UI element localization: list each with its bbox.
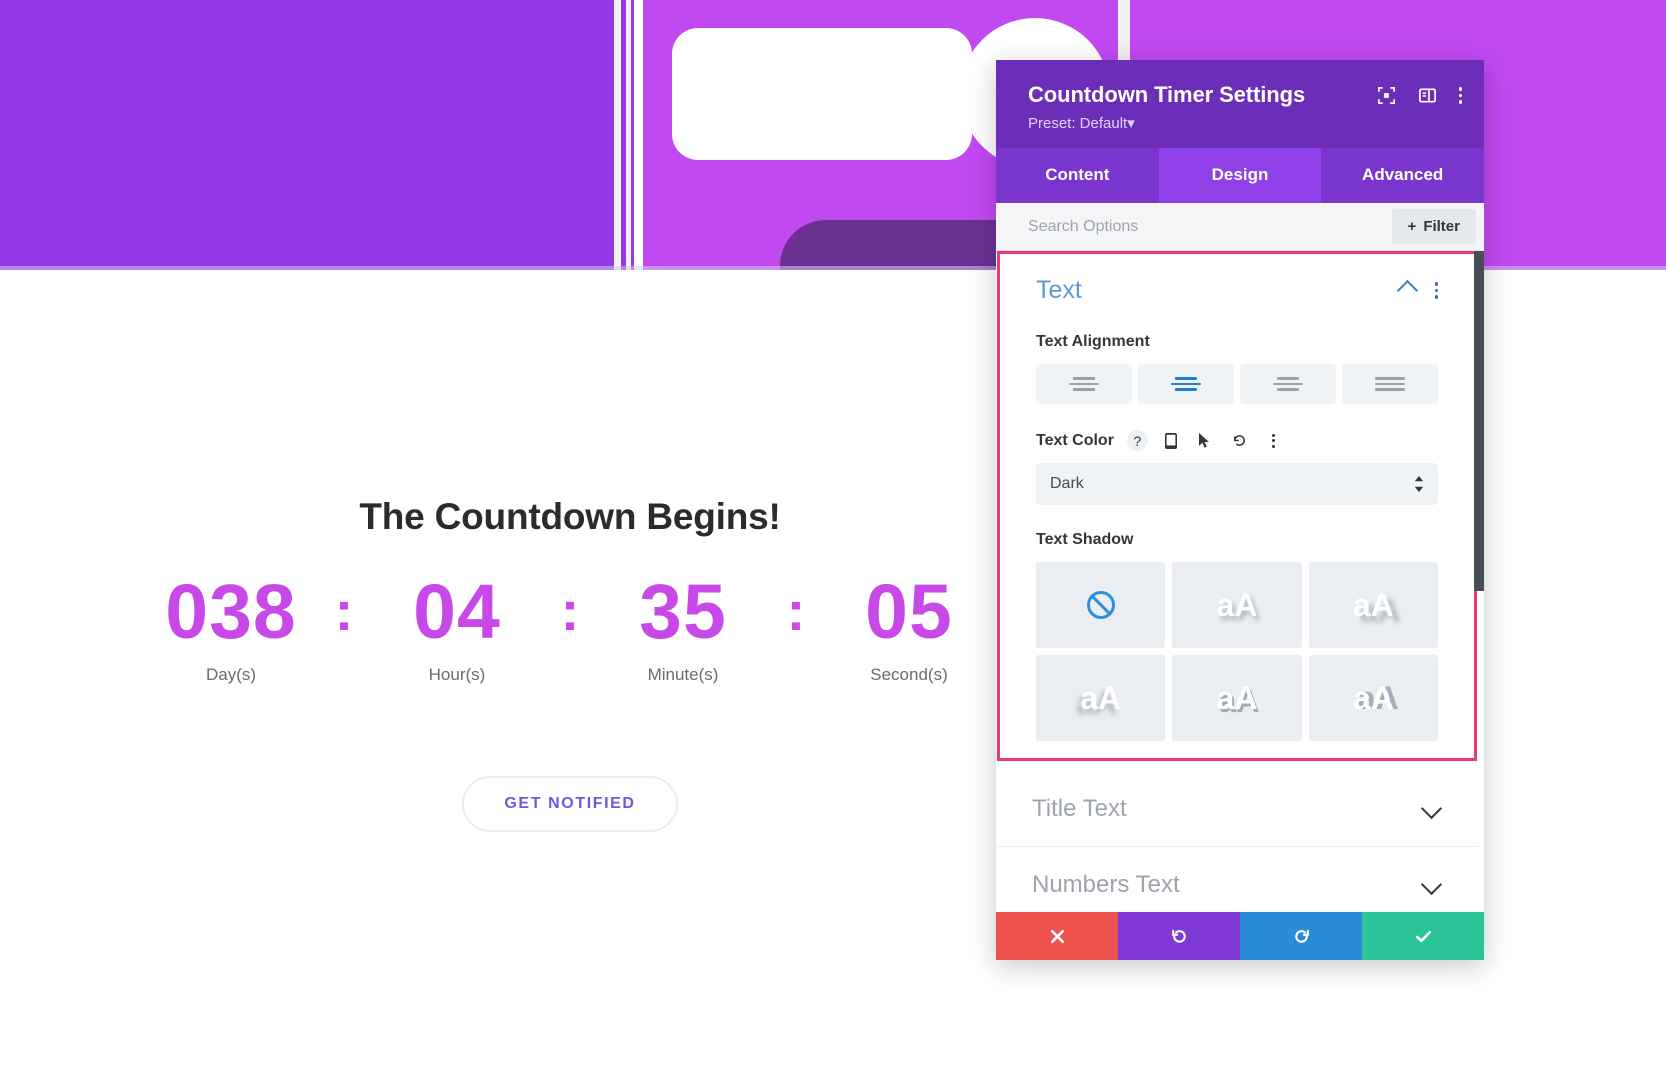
screen: The Countdown Begins! 038 Day(s) : 04 Ho… <box>0 0 1666 1080</box>
preset-label: Preset: Default <box>1028 115 1128 132</box>
chevron-up-icon[interactable] <box>1396 279 1418 302</box>
preset-selector[interactable]: Preset: Default▾ <box>1028 114 1452 132</box>
banner-divider-line <box>634 0 643 270</box>
banner-vertical-strip <box>1118 0 1130 60</box>
countdown-unit-days: 038 Day(s) <box>142 569 320 685</box>
cta-wrapper: GET NOTIFIED <box>0 776 1140 832</box>
text-alignment-label: Text Alignment <box>1036 333 1150 350</box>
filter-button-label: Filter <box>1423 218 1460 235</box>
focus-target-icon[interactable] <box>1377 86 1396 105</box>
modal-scrollbar-thumb[interactable] <box>1474 251 1484 591</box>
numbers-text-label: Numbers Text <box>1032 870 1180 898</box>
text-section-title: Text <box>1036 276 1082 304</box>
page-title: The Countdown Begins! <box>359 496 781 537</box>
undo-button[interactable] <box>1118 912 1240 960</box>
text-shadow-far-drop-button[interactable]: aA <box>1308 562 1438 648</box>
align-right-button[interactable] <box>1240 364 1336 404</box>
text-shadow-label: Text Shadow <box>1036 531 1134 548</box>
chevron-down-icon[interactable] <box>1420 797 1443 820</box>
banner-divider-line <box>626 0 631 270</box>
text-shadow-hard-drop-button[interactable]: aA <box>1172 655 1302 741</box>
tab-content[interactable]: Content <box>996 148 1159 203</box>
more-options-icon[interactable] <box>1458 87 1462 104</box>
text-section-header-icons <box>1396 279 1438 302</box>
get-notified-button[interactable]: GET NOTIFIED <box>462 776 678 832</box>
tab-advanced[interactable]: Advanced <box>1321 148 1484 203</box>
more-options-icon[interactable] <box>1263 430 1284 451</box>
align-justify-button[interactable] <box>1342 364 1438 404</box>
text-color-select[interactable]: Dark <box>1036 463 1438 505</box>
text-shadow-soft-drop-button[interactable]: aA <box>1172 562 1302 648</box>
modal-header-icon-group <box>1377 86 1462 105</box>
modal-header: Countdown Timer Settings Preset: Default… <box>996 60 1484 148</box>
hover-cursor-icon[interactable] <box>1195 430 1216 451</box>
search-options-bar: + Filter <box>996 203 1484 251</box>
chevron-down-icon[interactable] <box>1420 873 1443 896</box>
save-button[interactable] <box>1362 912 1484 960</box>
text-settings-section: Text Text Alignment Text Color ? Dark Te… <box>997 251 1477 761</box>
countdown-separator: : <box>560 579 580 642</box>
layout-panel-icon[interactable] <box>1418 86 1437 105</box>
numbers-text-section-header[interactable]: Numbers Text <box>996 847 1479 912</box>
title-text-label: Title Text <box>1032 794 1127 822</box>
countdown-unit-hours: 04 Hour(s) <box>368 569 546 685</box>
countdown-timer-settings-modal: Countdown Timer Settings Preset: Default… <box>996 60 1484 960</box>
filter-button[interactable]: + Filter <box>1391 209 1476 244</box>
banner-white-card-shape <box>672 28 972 160</box>
countdown-unit-minutes: 35 Minute(s) <box>594 569 772 685</box>
text-color-label: Text Color <box>1036 431 1114 449</box>
text-shadow-right-hard-button[interactable]: aA <box>1308 655 1438 741</box>
redo-button[interactable] <box>1240 912 1362 960</box>
countdown-value-seconds: 05 <box>865 569 953 655</box>
no-shadow-icon <box>1086 591 1115 619</box>
text-color-value: Dark <box>1050 475 1084 492</box>
cancel-button[interactable] <box>996 912 1118 960</box>
countdown-separator: : <box>786 579 806 642</box>
text-shadow-presets: aA aA aA aA aA <box>1036 562 1438 741</box>
text-alignment-buttons <box>1036 364 1438 404</box>
reset-icon[interactable] <box>1229 430 1250 451</box>
text-section-header: Text <box>1036 276 1438 305</box>
countdown-label-seconds: Second(s) <box>870 665 948 685</box>
responsive-icon[interactable] <box>1161 430 1182 451</box>
modal-scrollbar[interactable] <box>1474 251 1484 912</box>
help-icon[interactable]: ? <box>1126 430 1148 451</box>
text-color-label-row: Text Color ? <box>1036 430 1438 451</box>
countdown-label-hours: Hour(s) <box>428 665 486 685</box>
countdown-value-days: 038 <box>165 569 297 655</box>
modal-footer-actions <box>996 912 1484 960</box>
section-more-options-icon[interactable] <box>1434 282 1438 299</box>
countdown-unit-seconds: 05 Second(s) <box>820 569 998 685</box>
title-text-section-header[interactable]: Title Text <box>996 771 1479 847</box>
chevron-updown-icon <box>1414 476 1424 492</box>
countdown-separator: : <box>334 579 354 642</box>
banner-divider-line <box>614 0 621 270</box>
chevron-down-icon: ▾ <box>1127 115 1135 132</box>
countdown-value-hours: 04 <box>413 569 501 655</box>
align-center-button[interactable] <box>1138 364 1234 404</box>
tab-design[interactable]: Design <box>1158 148 1322 203</box>
countdown-timer: 038 Day(s) : 04 Hour(s) : 35 Minute(s) :… <box>0 569 1140 685</box>
search-input[interactable] <box>1028 217 1392 236</box>
plus-icon: + <box>1407 218 1417 235</box>
text-shadow-left-drop-button[interactable]: aA <box>1036 655 1166 741</box>
text-shadow-none-button[interactable] <box>1036 562 1166 648</box>
countdown-value-minutes: 35 <box>639 569 727 655</box>
align-left-button[interactable] <box>1036 364 1132 404</box>
banner-left-panel <box>0 0 612 270</box>
modal-settings-body: Text Text Alignment Text Color ? Dark Te… <box>996 251 1484 912</box>
modal-tab-bar: Content Design Advanced <box>996 148 1484 203</box>
countdown-label-days: Day(s) <box>205 665 257 685</box>
countdown-label-minutes: Minute(s) <box>647 665 719 685</box>
